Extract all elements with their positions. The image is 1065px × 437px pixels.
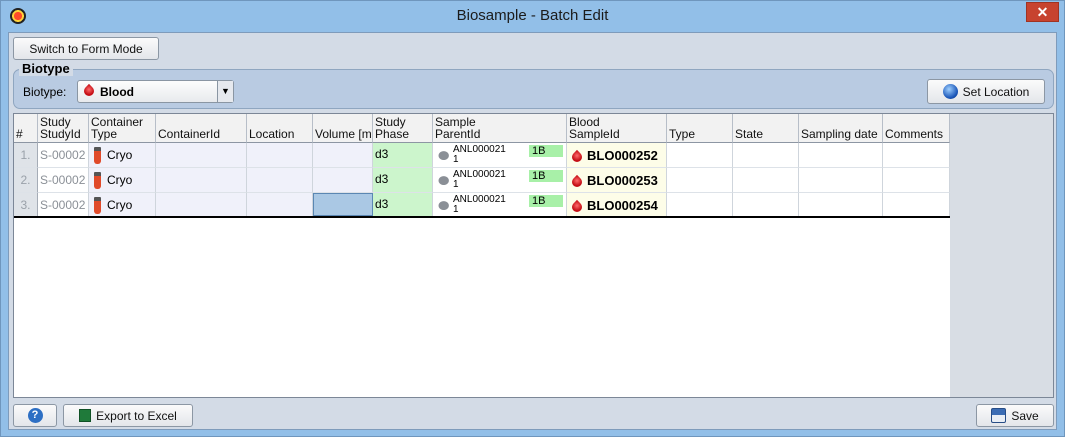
excel-icon bbox=[79, 409, 92, 422]
parent-id-cell[interactable]: ANL000021 1 1B bbox=[433, 168, 567, 193]
row-number: 1. bbox=[14, 143, 38, 168]
help-icon: ? bbox=[27, 408, 43, 423]
table-row[interactable]: 3. S-00002 Cryo d3 ANL000021 1 1B BLO0002… bbox=[14, 193, 950, 218]
tube-icon bbox=[94, 147, 101, 165]
tube-icon bbox=[94, 172, 101, 190]
type-cell[interactable] bbox=[667, 193, 733, 218]
header-num[interactable]: # bbox=[14, 114, 38, 143]
window-title: Biosample - Batch Edit bbox=[456, 7, 609, 24]
study-phase-cell[interactable]: d3 bbox=[373, 143, 433, 168]
parent-badge: 1B bbox=[529, 145, 563, 157]
header-container-id[interactable]: ContainerId bbox=[156, 114, 247, 143]
container-id-cell[interactable] bbox=[156, 143, 247, 168]
blood-drop-icon bbox=[569, 149, 585, 164]
header-location[interactable]: Location bbox=[247, 114, 313, 143]
biotype-label: Biotype: bbox=[23, 85, 67, 99]
type-cell[interactable] bbox=[667, 143, 733, 168]
set-location-label: Set Location bbox=[962, 84, 1030, 99]
blood-sample-id-cell[interactable]: BLO000254 bbox=[567, 193, 667, 218]
sampling-date-cell[interactable] bbox=[799, 193, 883, 218]
row-number: 3. bbox=[14, 193, 38, 218]
biotype-group-title: Biotype bbox=[19, 61, 73, 76]
parent-id-cell[interactable]: ANL000021 1 1B bbox=[433, 143, 567, 168]
parent-badge: 1B bbox=[529, 195, 563, 207]
table-body: # Study StudyId Container Type ContainerId… bbox=[14, 114, 950, 397]
export-to-excel-button[interactable]: Export to Excel bbox=[63, 404, 193, 427]
floppy-disk-icon bbox=[991, 408, 1007, 423]
comments-cell[interactable] bbox=[883, 143, 950, 168]
study-id-cell[interactable]: S-00002 bbox=[38, 193, 89, 218]
state-cell[interactable] bbox=[733, 143, 799, 168]
comments-cell[interactable] bbox=[883, 193, 950, 218]
header-blood-sample-id[interactable]: Blood SampleId bbox=[567, 114, 667, 143]
title-bar: Biosample - Batch Edit ✕ bbox=[1, 1, 1064, 31]
header-state[interactable]: State bbox=[733, 114, 799, 143]
close-button[interactable]: ✕ bbox=[1026, 2, 1059, 22]
sampling-date-cell[interactable] bbox=[799, 143, 883, 168]
study-phase-cell[interactable]: d3 bbox=[373, 168, 433, 193]
volume-cell[interactable] bbox=[313, 143, 373, 168]
chevron-down-icon[interactable]: ▼ bbox=[217, 81, 233, 102]
blood-drop-icon bbox=[81, 83, 97, 99]
container-type-cell[interactable]: Cryo bbox=[89, 143, 156, 168]
container-id-cell[interactable] bbox=[156, 193, 247, 218]
container-id-cell[interactable] bbox=[156, 168, 247, 193]
location-cell[interactable] bbox=[247, 193, 313, 218]
state-cell[interactable] bbox=[733, 168, 799, 193]
header-study-id[interactable]: Study StudyId bbox=[38, 114, 89, 143]
comments-cell[interactable] bbox=[883, 168, 950, 193]
blood-sample-id-cell[interactable]: BLO000252 bbox=[567, 143, 667, 168]
row-number: 2. bbox=[14, 168, 38, 193]
volume-cell[interactable] bbox=[313, 168, 373, 193]
batch-edit-window: Biosample - Batch Edit ✕ Switch to Form … bbox=[0, 0, 1065, 437]
client-area: Switch to Form Mode Biotype Biotype: Blo… bbox=[8, 32, 1057, 430]
animal-icon bbox=[436, 199, 450, 210]
volume-cell-selected[interactable] bbox=[313, 193, 373, 216]
parent-badge: 1B bbox=[529, 170, 563, 182]
globe-icon bbox=[942, 84, 958, 99]
set-location-button[interactable]: Set Location bbox=[927, 79, 1045, 104]
export-to-excel-label: Export to Excel bbox=[96, 408, 177, 423]
header-sampling-date[interactable]: Sampling date bbox=[799, 114, 883, 143]
study-phase-cell[interactable]: d3 bbox=[373, 193, 433, 218]
switch-to-form-mode-button[interactable]: Switch to Form Mode bbox=[13, 37, 159, 60]
biotype-select[interactable]: Blood ▼ bbox=[77, 80, 234, 103]
help-button[interactable]: ? bbox=[13, 404, 57, 427]
header-study-phase[interactable]: Study Phase bbox=[373, 114, 433, 143]
blood-drop-icon bbox=[569, 174, 585, 189]
animal-icon bbox=[436, 174, 450, 185]
save-button[interactable]: Save bbox=[976, 404, 1054, 427]
biotype-select-value: Blood bbox=[100, 85, 134, 99]
blood-drop-icon bbox=[569, 199, 585, 214]
study-id-cell[interactable]: S-00002 bbox=[38, 168, 89, 193]
switch-to-form-mode-label: Switch to Form Mode bbox=[29, 41, 143, 56]
type-cell[interactable] bbox=[667, 168, 733, 193]
sampling-date-cell[interactable] bbox=[799, 168, 883, 193]
header-comments[interactable]: Comments bbox=[883, 114, 950, 143]
header-type[interactable]: Type bbox=[667, 114, 733, 143]
study-id-cell[interactable]: S-00002 bbox=[38, 143, 89, 168]
header-parent-id[interactable]: Sample ParentId bbox=[433, 114, 567, 143]
tube-icon bbox=[94, 197, 101, 215]
blood-sample-id-cell[interactable]: BLO000253 bbox=[567, 168, 667, 193]
container-type-cell[interactable]: Cryo bbox=[89, 193, 156, 218]
animal-icon bbox=[436, 149, 450, 160]
container-type-cell[interactable]: Cryo bbox=[89, 168, 156, 193]
header-container-type[interactable]: Container Type bbox=[89, 114, 156, 143]
location-cell[interactable] bbox=[247, 168, 313, 193]
batch-table: # Study StudyId Container Type ContainerId… bbox=[13, 113, 1054, 398]
table-row[interactable]: 1. S-00002 Cryo d3 ANL000021 1 1B BLO0002… bbox=[14, 143, 950, 168]
header-volume[interactable]: Volume [m bbox=[313, 114, 373, 143]
table-row[interactable]: 2. S-00002 Cryo d3 ANL000021 1 1B BLO0002… bbox=[14, 168, 950, 193]
state-cell[interactable] bbox=[733, 193, 799, 218]
location-cell[interactable] bbox=[247, 143, 313, 168]
save-label: Save bbox=[1011, 408, 1039, 423]
parent-id-cell[interactable]: ANL000021 1 1B bbox=[433, 193, 567, 218]
